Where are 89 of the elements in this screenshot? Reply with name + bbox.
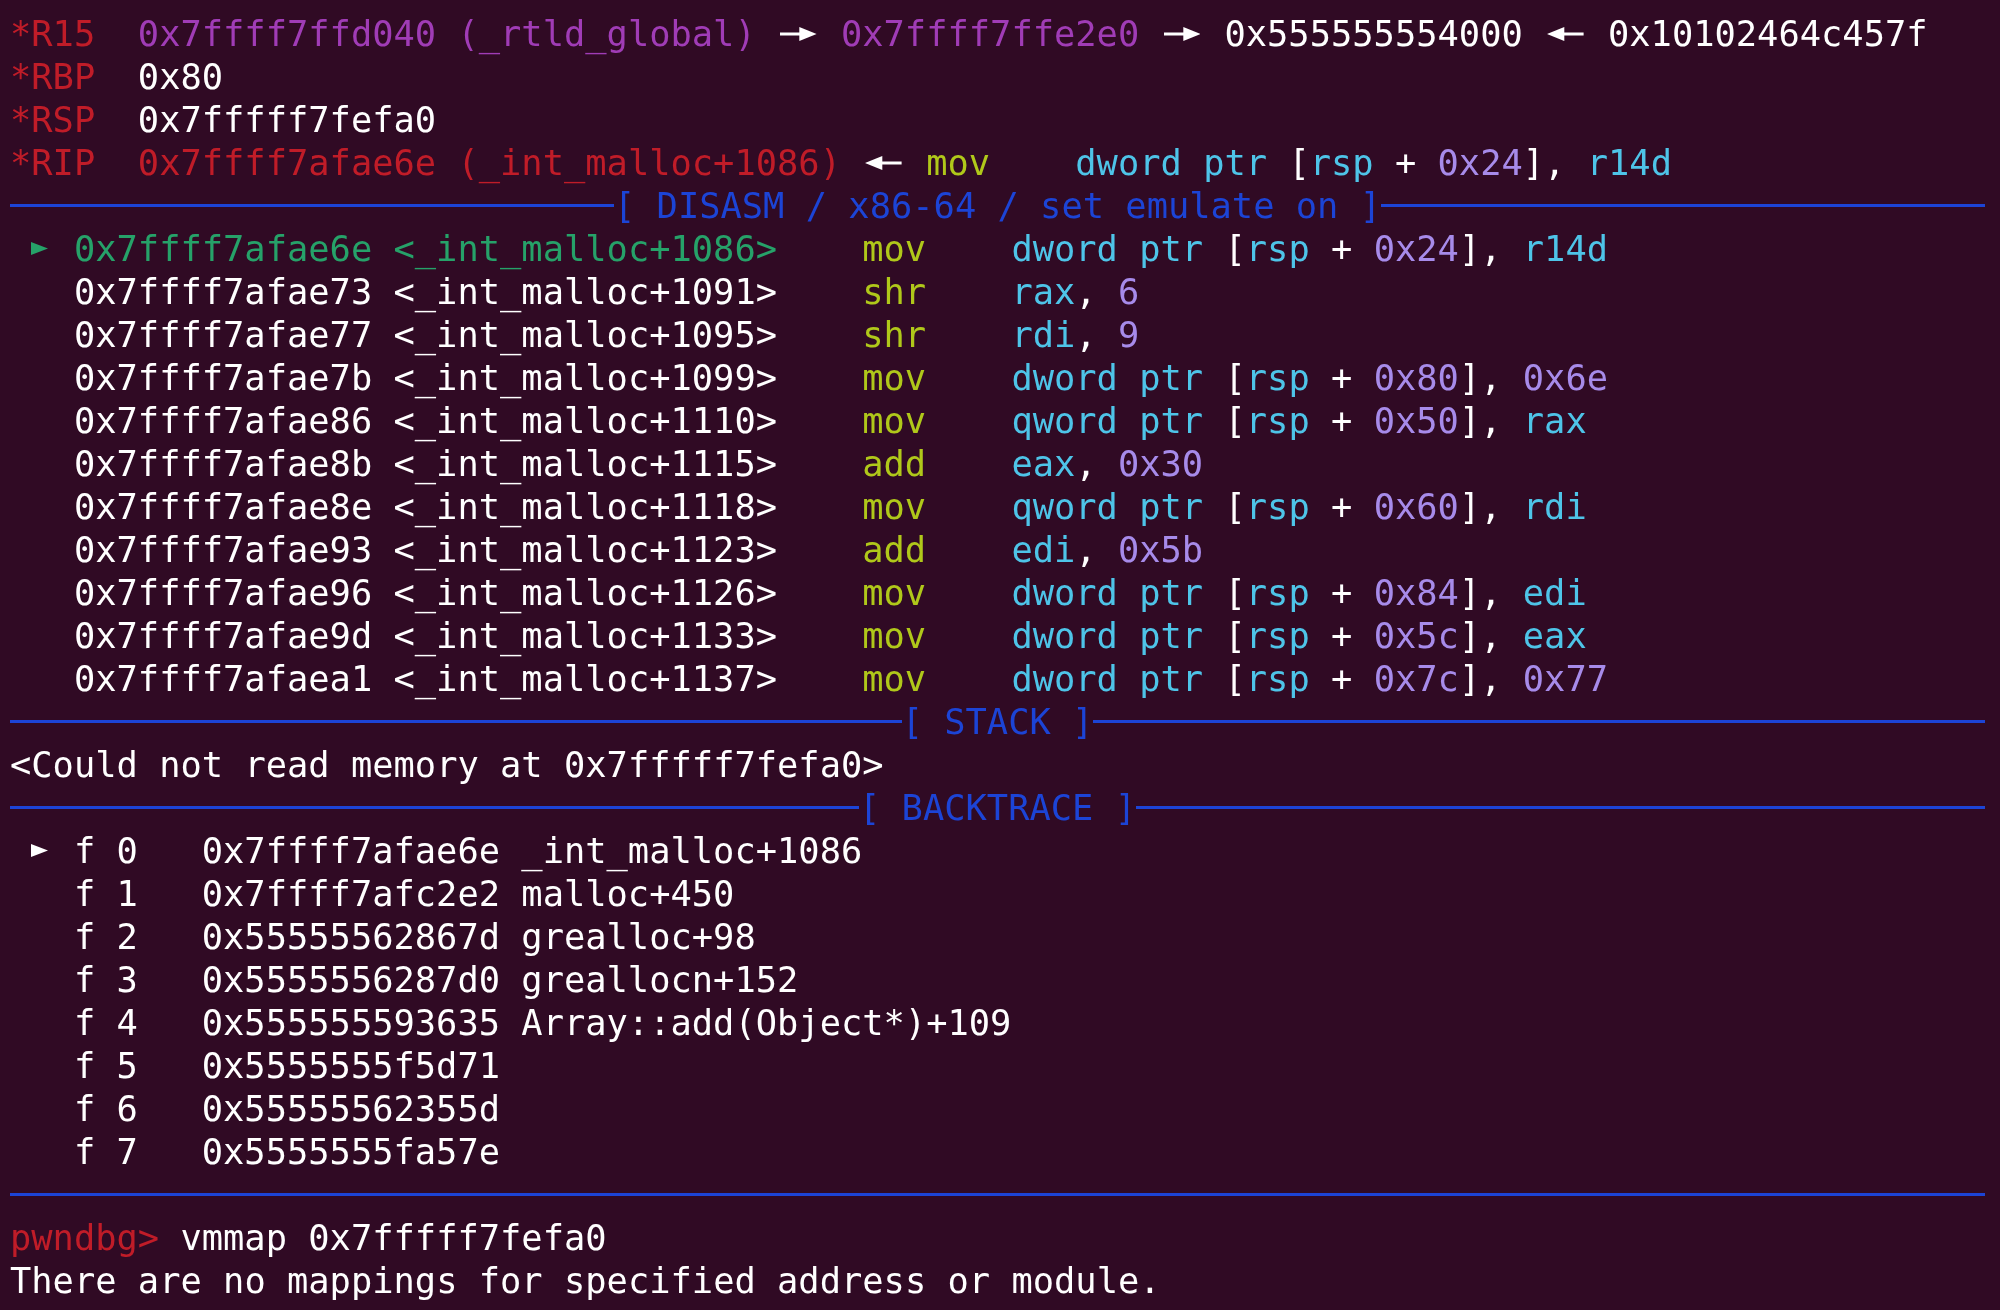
mnemonic-text: mov (926, 141, 991, 184)
frame-label: f 7 (73, 1130, 138, 1173)
arrow-right-icon (1163, 26, 1201, 41)
mnemonic-text: shr (862, 313, 927, 356)
symbol-text: grealloc+98 (521, 915, 756, 958)
register-name: *RSP (10, 98, 96, 141)
symbol-text: <_int_malloc+1095> (393, 313, 778, 356)
symbol-text: <_int_malloc+1137> (393, 657, 778, 700)
address-text: 0x55555562867d (201, 915, 501, 958)
symbol-text: <_int_malloc+1133> (393, 614, 778, 657)
frame-label: f 4 (73, 1001, 138, 1044)
address-text: 0x555555593635 (201, 1001, 501, 1044)
mnemonic-text: add (862, 528, 927, 571)
operands-text: rax, 6 (1011, 270, 1140, 313)
address-text: 0x7ffff7afae7b (73, 356, 373, 399)
frame-label: f 0 (73, 829, 138, 872)
operands-text: dword ptr [rsp + 0x24], r14d (1011, 227, 1609, 270)
frame-label: f 5 (73, 1044, 138, 1087)
output-text: There are no mappings for specified address or module. (10, 1259, 1161, 1302)
symbol-text: <_int_malloc+1110> (393, 399, 778, 442)
address-text: 0x7ffff7afae96 (73, 571, 373, 614)
address-text: 0x7ffff7afae86 (73, 399, 373, 442)
mnemonic-text: mov (862, 614, 927, 657)
register-value: 0x80 (137, 55, 224, 98)
symbol-text: _int_malloc+1086 (521, 829, 863, 872)
symbol-text: <_int_malloc+1123> (393, 528, 778, 571)
operands-text: dword ptr [rsp + 0x7c], 0x77 (1011, 657, 1609, 700)
register-value: 0x7ffff7ffe2e0 (840, 12, 1140, 55)
mnemonic-text: mov (862, 485, 927, 528)
arrow-left-icon (1547, 26, 1584, 41)
symbol-text: <_int_malloc+1118> (393, 485, 778, 528)
section-title: [ DISASM / x86-64 / set emulate on ] (613, 184, 1382, 227)
symbol-text: Array::add(Object*)+109 (521, 1001, 1012, 1044)
operands-text: eax, 0x30 (1011, 442, 1204, 485)
register-value: 0x7fffff7fefa0 (137, 98, 437, 141)
register-value: 0x7ffff7afae6e (_int_malloc+1086) (137, 141, 841, 184)
symbol-text: <_int_malloc+1126> (393, 571, 778, 614)
mnemonic-text: mov (862, 657, 927, 700)
symbol-text: malloc+450 (521, 872, 735, 915)
section-title: [ BACKTRACE ] (859, 786, 1136, 829)
operands-text: qword ptr [rsp + 0x60], rdi (1011, 485, 1587, 528)
symbol-text: <_int_malloc+1099> (393, 356, 778, 399)
frame-label: f 3 (73, 958, 138, 1001)
address-text: 0x7ffff7afc2e2 (201, 872, 501, 915)
mnemonic-text: mov (862, 227, 927, 270)
symbol-text: greallocn+152 (521, 958, 799, 1001)
arrow-right-icon (780, 26, 817, 41)
register-name: *RBP (10, 55, 96, 98)
operands-text: dword ptr [rsp + 0x5c], eax (1011, 614, 1587, 657)
register-value: 0x10102464c457f (1607, 12, 1928, 55)
mnemonic-text: shr (862, 270, 927, 313)
symbol-text: <_int_malloc+1091> (393, 270, 778, 313)
operands-text: dword ptr [rsp + 0x80], 0x6e (1011, 356, 1609, 399)
address-text: 0x7ffff7afae8b (73, 442, 373, 485)
address-text: 0x5555555fa57e (201, 1130, 501, 1173)
frame-label: f 1 (73, 872, 138, 915)
operands-text: edi, 0x5b (1011, 528, 1204, 571)
arrow-left-icon (865, 155, 902, 170)
operands-text: dword ptr [rsp + 0x24], r14d (1075, 141, 1672, 184)
address-text: 0x5555556287d0 (201, 958, 501, 1001)
frame-label: f 6 (73, 1087, 138, 1130)
address-text: 0x5555555f5d71 (201, 1044, 501, 1087)
mnemonic-text: add (862, 442, 927, 485)
symbol-text: <_int_malloc+1086> (393, 227, 778, 270)
symbol-text: <_int_malloc+1115> (393, 442, 778, 485)
frame-label: f 2 (73, 915, 138, 958)
address-text: 0x7ffff7afae6e (73, 227, 373, 270)
mnemonic-text: mov (862, 571, 927, 614)
section-title: [ STACK ] (901, 700, 1094, 743)
address-text: 0x7ffff7afae8e (73, 485, 373, 528)
address-text: 0x7ffff7afaea1 (73, 657, 373, 700)
error-message: <Could not read memory at 0x7fffff7fefa0> (10, 743, 884, 786)
operands-text: qword ptr [rsp + 0x50], rax (1011, 399, 1587, 442)
command-text: vmmap 0x7fffff7fefa0 (180, 1216, 607, 1259)
mnemonic-text: mov (862, 399, 927, 442)
address-text: 0x7ffff7afae6e (201, 829, 501, 872)
operands-text: dword ptr [rsp + 0x84], edi (1011, 571, 1587, 614)
address-text: 0x7ffff7afae73 (73, 270, 373, 313)
address-text: 0x7ffff7afae77 (73, 313, 373, 356)
register-value: 0x7ffff7ffd040 (_rtld_global) (137, 12, 756, 55)
address-text: 0x7ffff7afae9d (73, 614, 373, 657)
register-name: *R15 (10, 12, 96, 55)
operands-text: rdi, 9 (1011, 313, 1140, 356)
mnemonic-text: mov (862, 356, 927, 399)
address-text: 0x55555562355d (201, 1087, 501, 1130)
register-value: 0x555555554000 (1224, 12, 1523, 55)
address-text: 0x7ffff7afae93 (73, 528, 373, 571)
register-name: *RIP (10, 141, 96, 184)
prompt-text: pwndbg> (10, 1216, 160, 1259)
